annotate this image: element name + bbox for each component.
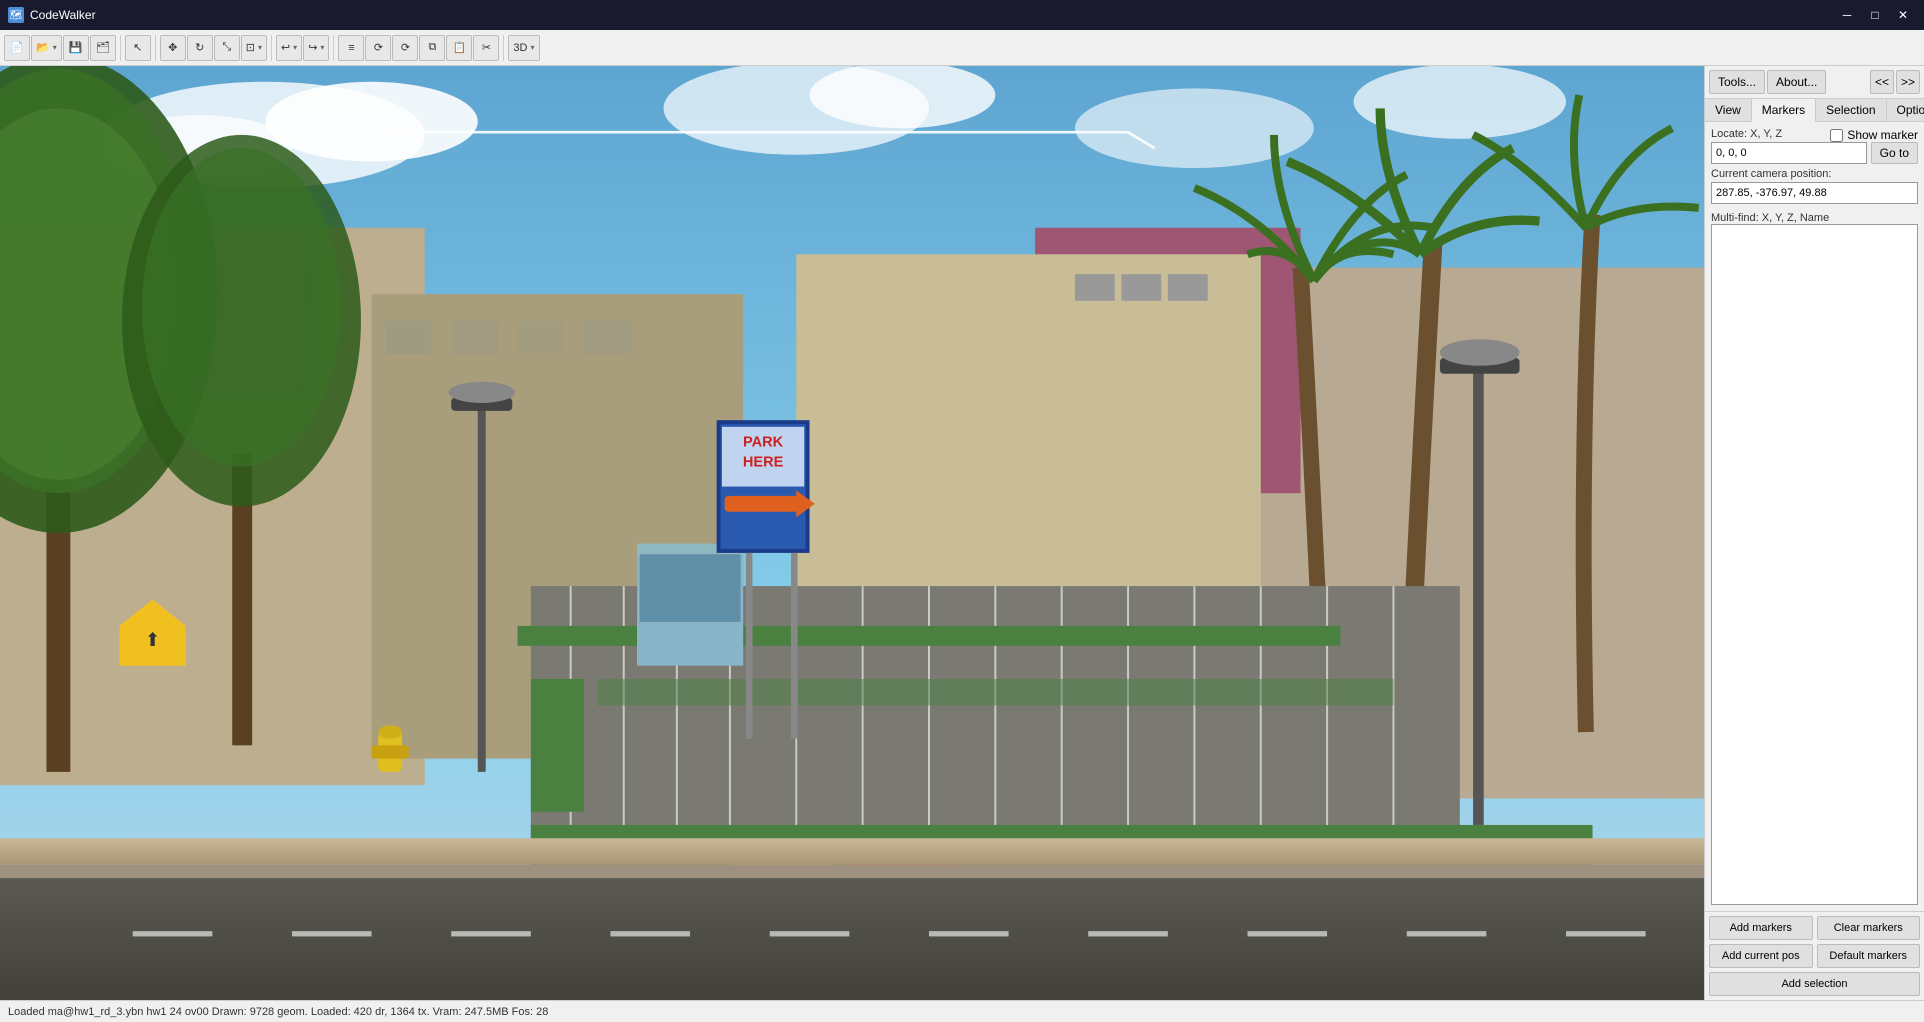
refresh2-button[interactable]: ⟳ [392, 35, 418, 61]
camera-pos-label: Current camera position: [1711, 168, 1918, 180]
toolbar-3d-group: 3D▾ [508, 35, 543, 61]
multifind-label: Multi-find: X, Y, Z, Name [1711, 212, 1918, 224]
maximize-button[interactable]: □ [1862, 5, 1888, 25]
locate-section: Locate: X, Y, Z Show marker Go to [1711, 128, 1918, 164]
show-marker-label: Show marker [1847, 128, 1918, 142]
svg-text:⬆: ⬆ [145, 629, 161, 650]
panel-tabs: View Markers Selection Options [1705, 99, 1924, 122]
app-title: CodeWalker [30, 8, 96, 22]
title-bar-controls: ─ □ ✕ [1834, 5, 1916, 25]
cut-button[interactable]: ✂ [473, 35, 499, 61]
locate-input-row: Go to [1711, 142, 1918, 164]
locate-input[interactable] [1711, 142, 1867, 164]
svg-text:HERE: HERE [743, 455, 784, 471]
panel-buttons: Add markers Clear markers Add current po… [1705, 911, 1924, 1000]
markers-btn-row2: Add current pos Default markers [1709, 944, 1920, 968]
redo-dropdown[interactable]: ↪▾ [303, 35, 329, 61]
clear-markers-button[interactable]: Clear markers [1817, 916, 1921, 940]
close-button[interactable]: ✕ [1890, 5, 1916, 25]
save-all-button[interactable]: 🗂 [90, 35, 116, 61]
nav-next-button[interactable]: >> [1896, 70, 1920, 94]
toolbar-nav-group: ↖ [125, 35, 156, 61]
svg-text:PARK: PARK [743, 435, 784, 451]
list-button[interactable]: ≡ [338, 35, 364, 61]
show-marker-checkbox[interactable] [1830, 129, 1843, 142]
nav-prev-button[interactable]: << [1870, 70, 1894, 94]
right-panel: Tools... About... << >> View Markers Sel… [1704, 66, 1924, 1000]
minimize-button[interactable]: ─ [1834, 5, 1860, 25]
markers-btn-row1: Add markers Clear markers [1709, 916, 1920, 940]
camera-pos-input[interactable] [1711, 182, 1918, 204]
locate-label: Locate: X, Y, Z [1711, 128, 1782, 140]
status-bar: Loaded ma@hw1_rd_3.ybn hw1 24 ov00 Drawn… [0, 1000, 1924, 1022]
select-button[interactable]: ↖ [125, 35, 151, 61]
goto-button[interactable]: Go to [1871, 142, 1918, 164]
main-content: PARK HERE ⬆ [0, 66, 1924, 1000]
show-marker-row: Show marker [1830, 128, 1918, 142]
tab-options[interactable]: Options [1887, 99, 1924, 121]
rotate-button[interactable]: ↻ [187, 35, 213, 61]
camera-pos-section: Current camera position: [1711, 168, 1918, 204]
title-bar-left: 🗺 CodeWalker [8, 7, 96, 23]
add-markers-button[interactable]: Add markers [1709, 916, 1813, 940]
scale-button[interactable]: ⤡ [214, 35, 240, 61]
about-button[interactable]: About... [1767, 70, 1826, 94]
multifind-textarea[interactable] [1711, 224, 1918, 905]
default-markers-button[interactable]: Default markers [1817, 944, 1921, 968]
viewport[interactable]: PARK HERE ⬆ [0, 66, 1704, 1000]
add-current-pos-button[interactable]: Add current pos [1709, 944, 1813, 968]
open-dropdown[interactable]: 📂▾ [31, 35, 62, 61]
paste-button[interactable]: 📋 [446, 35, 472, 61]
new-button[interactable]: 📄 [4, 35, 30, 61]
toolbar: 📄 📂▾ 💾 🗂 ↖ ✥ ↻ ⤡ ⊡▾ ↩▾ ↪▾ ≡ ⟳ ⟳ ⧉ 📋 ✂ 3D… [0, 30, 1924, 66]
panel-top-buttons: Tools... About... << >> [1705, 66, 1924, 99]
snap-dropdown[interactable]: ⊡▾ [241, 35, 267, 61]
save-button[interactable]: 💾 [63, 35, 89, 61]
refresh-button[interactable]: ⟳ [365, 35, 391, 61]
title-bar: 🗺 CodeWalker ─ □ ✕ [0, 0, 1924, 30]
add-selection-button[interactable]: Add selection [1709, 972, 1920, 996]
toolbar-history-group: ↩▾ ↪▾ [276, 35, 334, 61]
panel-content: Locate: X, Y, Z Show marker Go to Curren… [1705, 122, 1924, 911]
app-icon: 🗺 [8, 7, 24, 23]
toolbar-transform-group: ✥ ↻ ⤡ ⊡▾ [160, 35, 272, 61]
tab-selection[interactable]: Selection [1816, 99, 1886, 121]
copy-button[interactable]: ⧉ [419, 35, 445, 61]
move-button[interactable]: ✥ [160, 35, 186, 61]
locate-label-row: Locate: X, Y, Z Show marker [1711, 128, 1918, 142]
toolbar-file-group: 📄 📂▾ 💾 🗂 [4, 35, 121, 61]
tab-view[interactable]: View [1705, 99, 1752, 121]
status-text: Loaded ma@hw1_rd_3.ybn hw1 24 ov00 Drawn… [8, 1006, 548, 1018]
toolbar-view-group: ≡ ⟳ ⟳ ⧉ 📋 ✂ [338, 35, 504, 61]
tab-markers[interactable]: Markers [1752, 99, 1816, 122]
scene-background: PARK HERE ⬆ [0, 66, 1704, 1000]
scene-svg: PARK HERE ⬆ [0, 66, 1704, 1000]
multifind-section: Multi-find: X, Y, Z, Name [1711, 208, 1918, 905]
undo-dropdown[interactable]: ↩▾ [276, 35, 302, 61]
tools-button[interactable]: Tools... [1709, 70, 1765, 94]
3d-mode-dropdown[interactable]: 3D▾ [508, 35, 539, 61]
